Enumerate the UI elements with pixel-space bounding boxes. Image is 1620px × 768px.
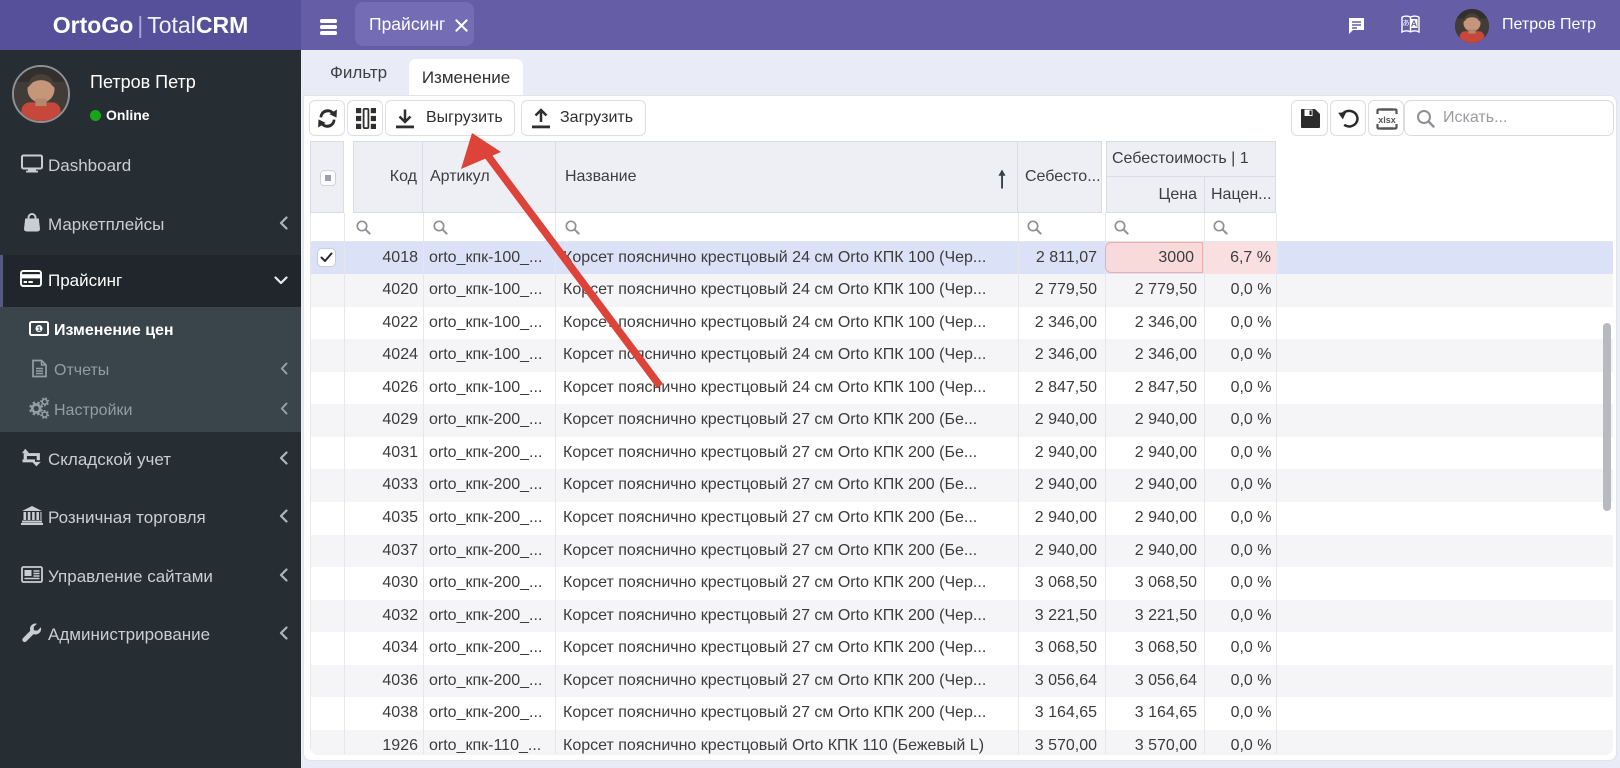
svg-text:1: 1 <box>37 326 41 333</box>
svg-text:xlsx: xlsx <box>1378 115 1396 125</box>
svg-text:A: A <box>1411 19 1417 29</box>
svg-text:あ: あ <box>1403 19 1410 27</box>
